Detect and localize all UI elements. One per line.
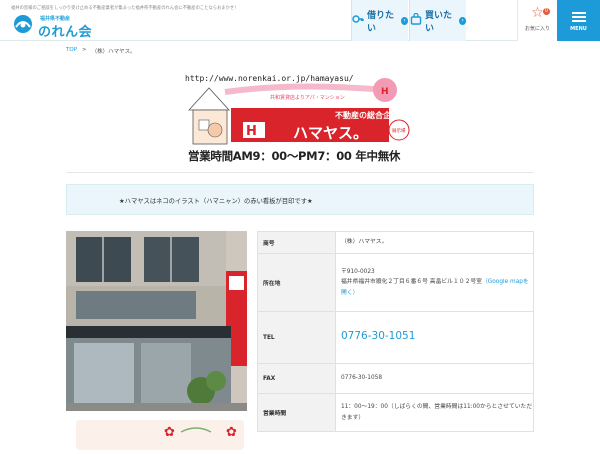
svg-text:✿: ✿ — [226, 425, 237, 440]
banner-company: ハマヤス。 — [293, 124, 368, 142]
breadcrumb: TOP > （株）ハマヤス。 — [66, 47, 136, 55]
row-label: TEL — [257, 311, 336, 364]
address-value: 福井県福井市順化２丁目６番６号 高畠ビル１０２号室 — [341, 279, 482, 286]
svg-text:H: H — [381, 87, 389, 97]
table-row: FAX 0776-30-1058 — [257, 363, 534, 394]
svg-text:H: H — [246, 124, 257, 139]
company-info-table: 商号 （株）ハマヤス。 所在地 〒910-0023 福井県福井市順化２丁目６番６… — [257, 231, 534, 432]
menu-button[interactable]: MENU — [557, 0, 600, 41]
row-label: FAX — [257, 363, 336, 394]
chevron-right-icon: › — [401, 16, 408, 25]
company-banner-image: http://www.norenkai.or.jp/hamayasu/ 共和賃貸… — [185, 70, 411, 166]
menu-label: MENU — [570, 25, 587, 32]
breadcrumb-current: （株）ハマヤス。 — [91, 49, 136, 55]
bag-icon — [410, 12, 422, 28]
storefront-photo — [66, 231, 247, 411]
table-row: 商号 （株）ハマヤス。 — [257, 231, 534, 254]
svg-text:展示場: 展示場 — [392, 127, 406, 134]
breadcrumb-separator: > — [82, 47, 87, 53]
header-tagline: 福井の皆様のご相談をしっかり受け止める不動産業者が集まった福井県不動産のれん会に… — [11, 6, 239, 11]
svg-text:✿: ✿ — [164, 425, 175, 440]
star-icon: ☆ — [531, 5, 544, 21]
business-hours-value: 11：00～19：00（しばらくの間、営業時間は11:00からとさせていただきま… — [335, 393, 534, 432]
trade-name-value: （株）ハマヤス。 — [335, 231, 534, 254]
zip-code: 〒910-0023 — [341, 268, 375, 275]
key-icon — [352, 13, 364, 28]
table-row: 所在地 〒910-0023 福井県福井市順化２丁目６番６号 高畠ビル１０２号室（… — [257, 253, 534, 312]
catch-message-box: ★ハマヤスはネコのイラスト（ハマニャン）の赤い看板が目印です★ — [66, 184, 534, 215]
chevron-right-icon: › — [459, 16, 466, 25]
site-logo[interactable] — [11, 13, 35, 35]
catch-message: ★ハマヤスはネコのイラスト（ハマニャン）の赤い看板が目印です★ — [119, 198, 313, 205]
banner-hours: 営業時間AM9：00～PM7：00 年中無休 — [188, 149, 401, 163]
nav-rent-button[interactable]: 借りたい › — [351, 0, 408, 41]
decorative-flower-box: ✿ ✿ — [76, 420, 244, 450]
row-label: 商号 — [257, 231, 336, 254]
svg-text:共和賃貸店よりアパ・マンション: 共和賃貸店よりアパ・マンション — [270, 94, 345, 101]
breadcrumb-home-link[interactable]: TOP — [66, 47, 77, 55]
nav-buy-label: 買いたい — [425, 10, 453, 34]
table-row: 営業時間 11：00～19：00（しばらくの間、営業時間は11:00からとさせて… — [257, 393, 534, 432]
address-cell: 〒910-0023 福井県福井市順化２丁目６番６号 高畠ビル１０２号室（Goog… — [335, 253, 534, 312]
site-header: 福井の皆様のご相談をしっかり受け止める不動産業者が集まった福井県不動産のれん会に… — [0, 0, 600, 41]
logo-icon — [14, 15, 32, 33]
tel-cell: 0776-30-1051 — [335, 311, 534, 364]
favorites-button[interactable]: ☆ 0 お気に入り — [517, 0, 557, 41]
nav-rent-label: 借りたい — [367, 10, 395, 34]
fax-value: 0776-30-1058 — [335, 363, 534, 394]
nav-buy-button[interactable]: 買いたい › — [409, 0, 466, 41]
favorites-count-badge: 0 — [543, 8, 550, 15]
section-divider — [66, 172, 534, 173]
hamburger-icon — [571, 10, 586, 24]
favorites-label: お気に入り — [524, 26, 550, 32]
tel-link[interactable]: 0776-30-1051 — [341, 330, 415, 342]
banner-title: 不動産の総合企画 — [335, 110, 399, 120]
row-label: 所在地 — [257, 253, 336, 312]
row-label: 営業時間 — [257, 393, 336, 432]
logo-title: のれん会 — [38, 25, 93, 40]
table-row: TEL 0776-30-1051 — [257, 311, 534, 364]
